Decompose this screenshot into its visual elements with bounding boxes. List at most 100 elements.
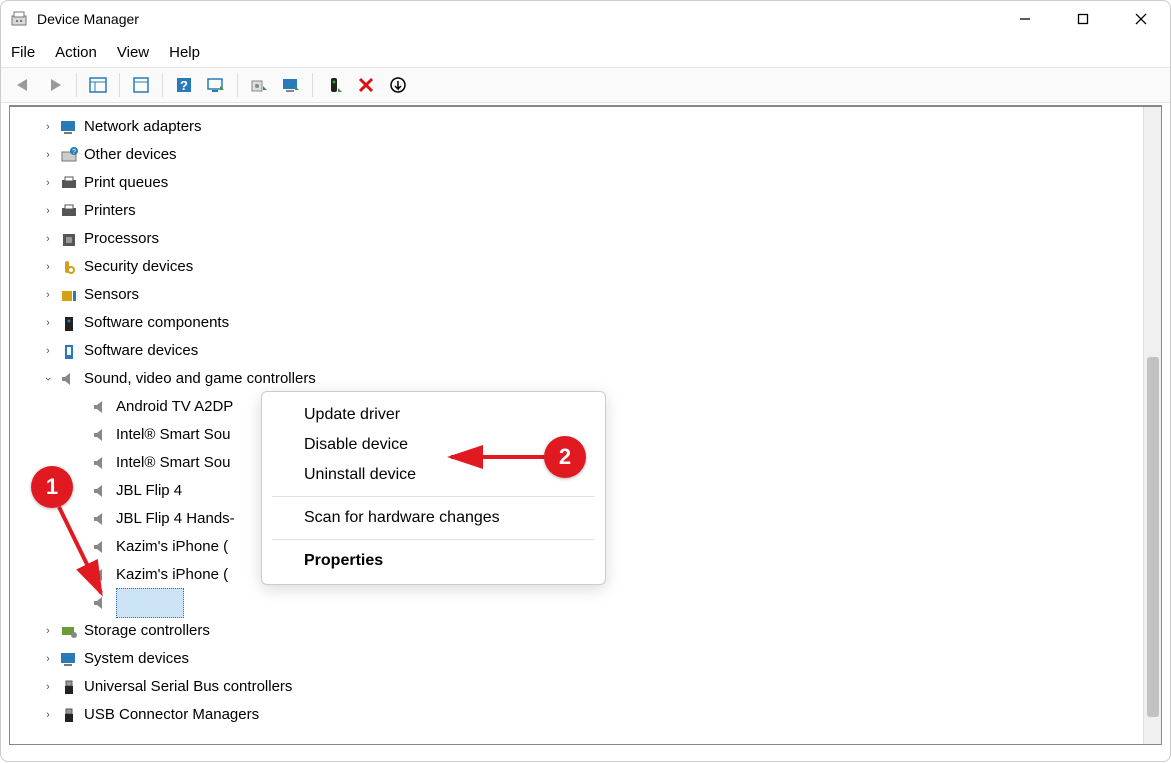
tree-item-label: Intel® Smart Sou bbox=[116, 421, 230, 449]
speaker-icon bbox=[92, 594, 110, 612]
print-queue-icon bbox=[60, 174, 78, 192]
annotation-badge-2: 2 bbox=[544, 436, 586, 478]
tree-item-label: JBL Flip 4 bbox=[116, 477, 182, 505]
speaker-icon bbox=[92, 426, 110, 444]
uninstall-device-button[interactable] bbox=[352, 71, 380, 99]
sensor-icon bbox=[60, 286, 78, 304]
chevron-right-icon[interactable]: › bbox=[40, 315, 56, 331]
tree-item-label: System devices bbox=[84, 645, 189, 673]
toolbar-separator bbox=[162, 73, 163, 97]
tree-item[interactable]: ›Universal Serial Bus controllers bbox=[40, 673, 1161, 701]
tree-item[interactable]: › Security devices bbox=[40, 253, 1161, 281]
tree-item-label: Network adapters bbox=[84, 113, 202, 141]
tree-item-label: Software devices bbox=[84, 337, 198, 365]
chevron-right-icon[interactable]: › bbox=[40, 651, 56, 667]
network-adapter-icon bbox=[60, 118, 78, 136]
menubar: File Action View Help bbox=[1, 37, 1170, 67]
ctx-update-driver[interactable]: Update driver bbox=[262, 400, 605, 430]
tree-item-sound[interactable]: › Sound, video and game controllers bbox=[40, 365, 1161, 393]
chevron-right-icon[interactable]: › bbox=[40, 259, 56, 275]
toolbar-separator bbox=[237, 73, 238, 97]
chevron-right-icon[interactable]: › bbox=[40, 119, 56, 135]
menu-file[interactable]: File bbox=[11, 44, 35, 61]
toolbar: ? bbox=[1, 67, 1170, 103]
tree-item[interactable]: › System devices bbox=[40, 645, 1161, 673]
scrollbar-thumb[interactable] bbox=[1147, 357, 1159, 717]
context-menu: Update driver Disable device Uninstall d… bbox=[261, 391, 606, 585]
chevron-right-icon[interactable]: › bbox=[40, 147, 56, 163]
annotation-badge-1: 1 bbox=[31, 466, 73, 508]
toolbar-separator bbox=[76, 73, 77, 97]
tree-item-label: Sensors bbox=[84, 281, 139, 309]
chevron-right-icon[interactable]: › bbox=[40, 343, 56, 359]
toolbar-separator bbox=[312, 73, 313, 97]
tree-item[interactable]: › USB Connector Managers bbox=[40, 701, 1161, 729]
other-devices-icon: ? bbox=[60, 146, 78, 164]
ctx-scan-hardware[interactable]: Scan for hardware changes bbox=[262, 503, 605, 533]
tree-item-label: Android TV A2DP bbox=[116, 393, 233, 421]
properties-button[interactable] bbox=[127, 71, 155, 99]
app-icon bbox=[9, 9, 29, 29]
menu-view[interactable]: View bbox=[117, 44, 149, 61]
ctx-properties[interactable]: Properties bbox=[262, 546, 605, 576]
chevron-down-icon[interactable]: › bbox=[40, 371, 56, 387]
system-device-icon bbox=[60, 650, 78, 668]
tree-item[interactable]: ›Storage controllers bbox=[40, 617, 1161, 645]
chevron-right-icon[interactable]: › bbox=[40, 287, 56, 303]
back-button[interactable] bbox=[9, 71, 37, 99]
tree-item-label: Sound, video and game controllers bbox=[84, 365, 316, 393]
menu-action[interactable]: Action bbox=[55, 44, 97, 61]
speaker-icon bbox=[60, 370, 78, 388]
tree-item-label: Other devices bbox=[84, 141, 177, 169]
tree-item[interactable]: › Sensors bbox=[40, 281, 1161, 309]
add-legacy-button[interactable] bbox=[384, 71, 412, 99]
svg-text:?: ? bbox=[72, 149, 76, 156]
speaker-icon bbox=[92, 454, 110, 472]
chevron-right-icon[interactable]: › bbox=[40, 175, 56, 191]
show-hide-tree-button[interactable] bbox=[84, 71, 112, 99]
tree-item[interactable]: › Software devices bbox=[40, 337, 1161, 365]
minimize-button[interactable] bbox=[996, 1, 1054, 37]
tree-item-label: Printers bbox=[84, 197, 136, 225]
usb-connector-icon bbox=[60, 706, 78, 724]
close-button[interactable] bbox=[1112, 1, 1170, 37]
printer-icon bbox=[60, 202, 78, 220]
tree-item[interactable]: › Software components bbox=[40, 309, 1161, 337]
chevron-right-icon[interactable]: › bbox=[40, 623, 56, 639]
chevron-right-icon[interactable]: › bbox=[40, 203, 56, 219]
speaker-icon bbox=[92, 482, 110, 500]
security-icon bbox=[60, 258, 78, 276]
tree-item[interactable]: › Printers bbox=[40, 197, 1161, 225]
tree-item[interactable]: › Processors bbox=[40, 225, 1161, 253]
tree-item[interactable]: › Network adapters bbox=[40, 113, 1161, 141]
processor-icon bbox=[60, 230, 78, 248]
tree-item[interactable]: ›? Other devices bbox=[40, 141, 1161, 169]
tree-item-label: USB Connector Managers bbox=[84, 701, 259, 729]
maximize-button[interactable] bbox=[1054, 1, 1112, 37]
software-device-icon bbox=[60, 342, 78, 360]
update-driver-button[interactable] bbox=[245, 71, 273, 99]
context-menu-separator bbox=[272, 539, 595, 540]
enable-device-button[interactable] bbox=[277, 71, 305, 99]
tree-item-label: Kazim's iPhone ( bbox=[116, 533, 228, 561]
window-title: Device Manager bbox=[37, 11, 139, 27]
tree-item-label: Software components bbox=[84, 309, 229, 337]
software-component-icon bbox=[60, 314, 78, 332]
disable-device-button[interactable] bbox=[320, 71, 348, 99]
menu-help[interactable]: Help bbox=[169, 44, 200, 61]
tree-item[interactable]: ›Print queues bbox=[40, 169, 1161, 197]
scan-hardware-button[interactable] bbox=[202, 71, 230, 99]
chevron-right-icon[interactable]: › bbox=[40, 231, 56, 247]
usb-icon bbox=[60, 678, 78, 696]
help-button[interactable]: ? bbox=[170, 71, 198, 99]
forward-button[interactable] bbox=[41, 71, 69, 99]
svg-text:?: ? bbox=[180, 78, 188, 93]
tree-item-label: Processors bbox=[84, 225, 159, 253]
chevron-right-icon[interactable]: › bbox=[40, 679, 56, 695]
scrollbar[interactable] bbox=[1143, 107, 1161, 744]
speaker-icon bbox=[92, 510, 110, 528]
chevron-right-icon[interactable]: › bbox=[40, 707, 56, 723]
tree-item-label: Security devices bbox=[84, 253, 193, 281]
speaker-icon bbox=[92, 566, 110, 584]
tree-child-item-selected[interactable] bbox=[40, 589, 1161, 617]
